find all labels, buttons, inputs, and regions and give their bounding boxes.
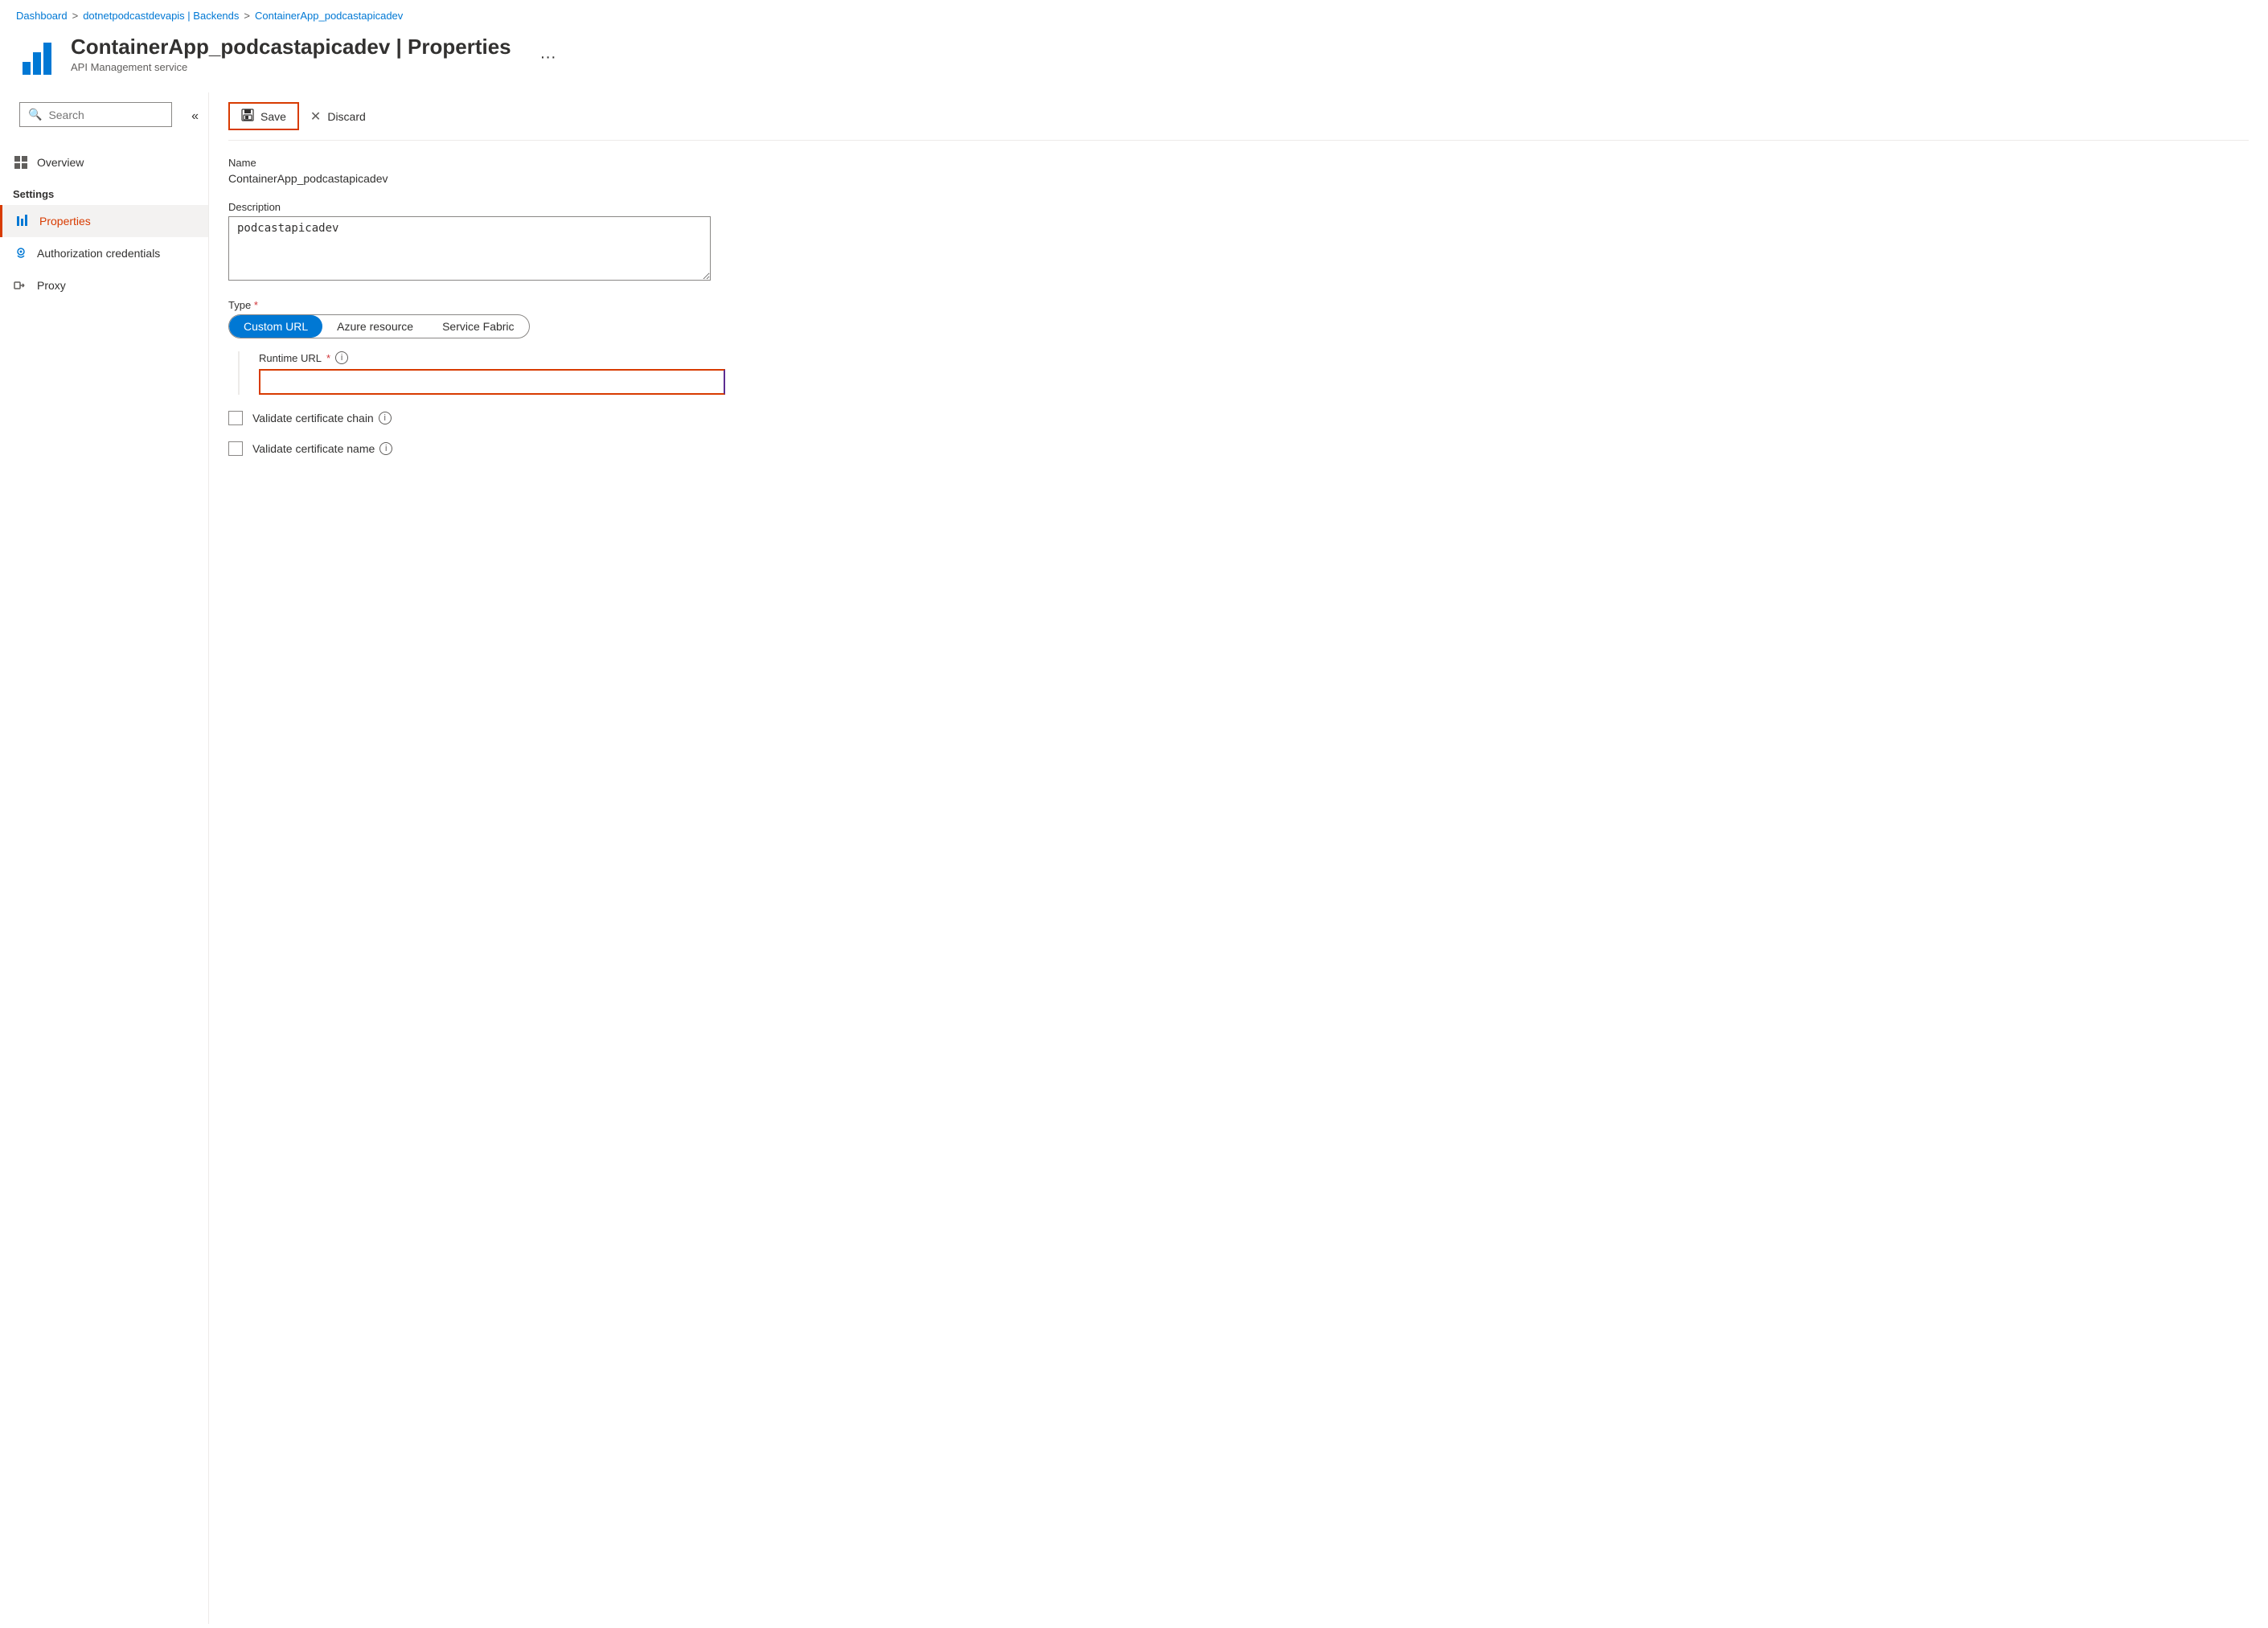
collapse-sidebar-button[interactable]: « [185, 105, 205, 129]
main-layout: 🔍 « Overview Settings [0, 92, 2268, 1624]
page-header: ContainerApp_podcastapicadev | Propertie… [0, 28, 2268, 92]
azure-logo [23, 43, 51, 75]
type-label: Type * [228, 299, 952, 311]
service-icon [16, 38, 58, 80]
validate-cert-name-label: Validate certificate name i [252, 442, 392, 455]
sidebar-item-auth-label: Authorization credentials [37, 247, 160, 260]
type-option-service-fabric[interactable]: Service Fabric [428, 315, 528, 338]
breadcrumb-dashboard[interactable]: Dashboard [16, 10, 68, 22]
main-content: Save ✕ Discard Name ContainerApp_podcast… [209, 92, 2268, 1624]
more-options-button[interactable]: ··· [534, 45, 563, 70]
form-section: Name ContainerApp_podcastapicadev Descri… [228, 157, 952, 456]
page-header-text: ContainerApp_podcastapicadev | Propertie… [71, 35, 511, 73]
sidebar-item-proxy[interactable]: Proxy [0, 269, 208, 301]
discard-icon: ✕ [310, 109, 321, 125]
settings-section-title: Settings [0, 178, 208, 205]
search-box[interactable]: 🔍 [19, 102, 172, 127]
runtime-url-section: Runtime URL * i https://50tt58xr-7223.us… [259, 351, 952, 395]
validate-cert-chain-info-icon[interactable]: i [379, 412, 392, 424]
logo-bar-1 [23, 62, 31, 75]
sidebar: 🔍 « Overview Settings [0, 92, 209, 1624]
runtime-url-label: Runtime URL * i [259, 351, 952, 364]
name-field: Name ContainerApp_podcastapicadev [228, 157, 952, 185]
breadcrumb: Dashboard > dotnetpodcastdevapis | Backe… [0, 0, 2268, 28]
runtime-url-input[interactable]: https://50tt58xr-7223.usw2.devtunnels.ms [259, 369, 725, 395]
breadcrumb-current[interactable]: ContainerApp_podcastapicadev [255, 10, 403, 22]
auth-icon [13, 245, 29, 261]
properties-icon [15, 213, 31, 229]
search-row: 🔍 « [0, 92, 208, 140]
discard-label: Discard [327, 110, 365, 123]
validate-cert-name-checkbox[interactable] [228, 441, 243, 456]
description-label: Description [228, 201, 952, 213]
sidebar-item-auth[interactable]: Authorization credentials [0, 237, 208, 269]
logo-bar-2 [33, 52, 41, 75]
page-title: ContainerApp_podcastapicadev | Propertie… [71, 35, 511, 59]
discard-button[interactable]: ✕ Discard [299, 104, 377, 129]
runtime-url-info-icon[interactable]: i [335, 351, 348, 364]
overview-icon [13, 154, 29, 170]
page-subtitle: API Management service [71, 61, 511, 73]
save-label: Save [260, 110, 286, 123]
sidebar-item-overview[interactable]: Overview [0, 146, 208, 178]
name-value: ContainerApp_podcastapicadev [228, 172, 952, 185]
validate-cert-chain-checkbox[interactable] [228, 411, 243, 425]
type-selector: Custom URL Azure resource Service Fabric [228, 314, 530, 338]
search-input[interactable] [48, 109, 163, 121]
save-icon [241, 109, 254, 124]
validate-cert-chain-row: Validate certificate chain i [228, 411, 952, 425]
type-option-azure-resource[interactable]: Azure resource [322, 315, 428, 338]
sidebar-item-properties[interactable]: Properties [0, 205, 208, 237]
breadcrumb-backends[interactable]: dotnetpodcastdevapis | Backends [83, 10, 239, 22]
validate-cert-name-row: Validate certificate name i [228, 441, 952, 456]
search-icon: 🔍 [28, 108, 42, 121]
proxy-icon [13, 277, 29, 293]
type-field: Type * Custom URL Azure resource Service… [228, 299, 952, 395]
sidebar-item-overview-label: Overview [37, 156, 84, 169]
breadcrumb-sep-1: > [72, 10, 79, 22]
description-field: Description podcastapicadev [228, 201, 952, 283]
logo-bar-3 [43, 43, 51, 75]
save-button[interactable]: Save [228, 102, 299, 130]
validate-cert-chain-label: Validate certificate chain i [252, 412, 392, 424]
sidebar-item-proxy-label: Proxy [37, 279, 66, 292]
validate-cert-name-info-icon[interactable]: i [379, 442, 392, 455]
description-input[interactable]: podcastapicadev [228, 216, 711, 281]
type-option-custom-url[interactable]: Custom URL [229, 315, 322, 338]
breadcrumb-sep-2: > [244, 10, 250, 22]
sidebar-item-properties-label: Properties [39, 215, 91, 228]
toolbar: Save ✕ Discard [228, 92, 2249, 141]
name-label: Name [228, 157, 952, 169]
